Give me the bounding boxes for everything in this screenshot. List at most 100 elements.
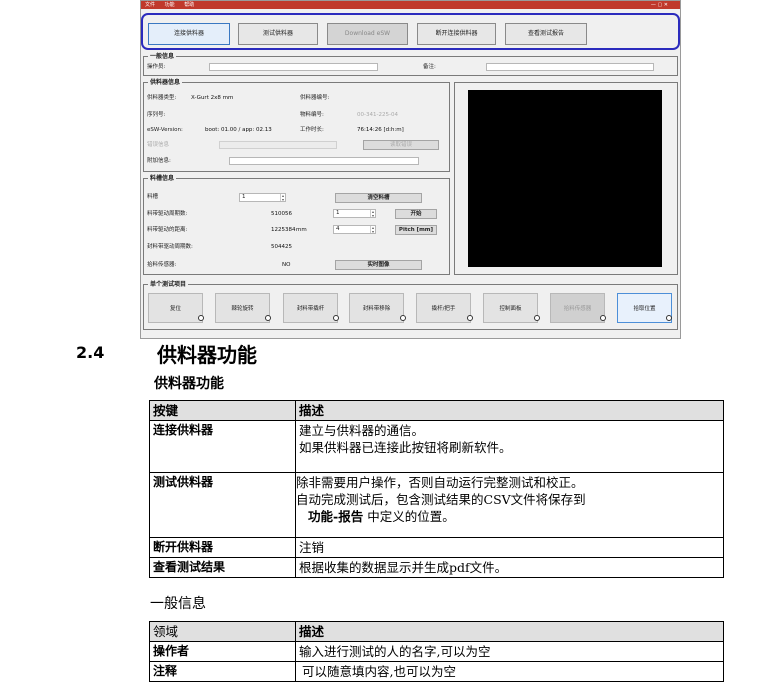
esw-version-label: eSW-Version: bbox=[147, 127, 183, 133]
test-pick-sensor-status bbox=[600, 315, 606, 321]
pitch-spinner[interactable]: 4 ▴ ▾ bbox=[333, 225, 376, 234]
general-info-heading: 一般信息 bbox=[150, 596, 206, 612]
comment-label: 备注: bbox=[423, 64, 436, 70]
table-row: 注释 可以随意填内容,也可以为空 bbox=[149, 661, 724, 682]
seal-cycles-label: 封料带驱动周期数: bbox=[147, 244, 193, 250]
test-feeder-button[interactable]: 测试供料器 bbox=[238, 23, 318, 45]
row-desc-line: 除非需要用户操作，否则自动运行完整测试和校正。 bbox=[296, 475, 584, 490]
test-pick-sensor-button[interactable]: 拾料传感器 bbox=[550, 293, 605, 323]
section-number: 2.4 bbox=[76, 343, 105, 362]
operating-time-value: 76:14:26 [d:h:m] bbox=[357, 127, 404, 133]
test-reset-button[interactable]: 复位 bbox=[148, 293, 203, 323]
drive-distance-value: 1225384 bbox=[271, 227, 296, 233]
cycles-spinner-value: 1 bbox=[336, 210, 340, 216]
operator-label: 操作员: bbox=[147, 64, 166, 70]
table-header-row: 领域 描述 bbox=[149, 621, 724, 642]
test-seal-lever-status bbox=[333, 315, 339, 321]
row-key: 连接供料器 bbox=[149, 420, 296, 473]
header-desc: 描述 bbox=[295, 621, 724, 642]
feeder-app-screenshot: 文件 功能 帮助 — ▢ ✕ 连接供料器 测试供料器 Download eSW … bbox=[140, 0, 681, 339]
section-subtitle: 供料器功能 bbox=[154, 376, 224, 392]
row-desc: 除非需要用户操作，否则自动运行完整测试和校正。 自动完成测试后，包含测试结果的C… bbox=[295, 472, 724, 538]
app-titlebar: 文件 功能 帮助 — ▢ ✕ bbox=[141, 1, 680, 9]
spinner-arrows-icon[interactable]: ▴ ▾ bbox=[370, 226, 375, 233]
row-key: 断开供料器 bbox=[149, 537, 296, 558]
header-desc: 描述 bbox=[295, 400, 724, 421]
pitch-spinner-value: 4 bbox=[336, 226, 340, 232]
table-row: 查看测试结果 根据收集的数据显示并生成pdf文件。 bbox=[149, 557, 724, 578]
row-desc-tail: 中定义的位置。 bbox=[367, 509, 455, 524]
table-row: 断开供料器 注销 bbox=[149, 537, 724, 558]
top-button-bar: 连接供料器 测试供料器 Download eSW 断开连接供料器 查看测试报告 bbox=[141, 13, 680, 50]
comment-input[interactable] bbox=[486, 63, 654, 71]
menu-help[interactable]: 帮助 bbox=[184, 2, 194, 8]
row-desc-line: 注销 bbox=[299, 540, 325, 555]
test-seal-remove-button[interactable]: 封料带移除 bbox=[349, 293, 404, 323]
view-test-report-button[interactable]: 查看测试报告 bbox=[505, 23, 587, 45]
row-desc: 注销 bbox=[295, 537, 724, 558]
material-number-label: 物料编号: bbox=[300, 112, 324, 118]
seal-cycles-value: 504425 bbox=[271, 244, 292, 250]
general-info-table: 领域 描述 操作者 输入进行测试的人的名字,可以为空 注释 可以随意填内容,也可… bbox=[149, 621, 724, 682]
test-control-panel-status bbox=[534, 315, 540, 321]
camera-image bbox=[468, 90, 662, 267]
download-esw-button[interactable]: Download eSW bbox=[327, 23, 408, 45]
test-seal-remove-status bbox=[400, 315, 406, 321]
error-info-label: 错误信息 bbox=[147, 142, 170, 148]
row-desc-line: 功能-报告 中定义的位置。 bbox=[296, 508, 720, 525]
read-error-button[interactable]: 读取错误 bbox=[363, 140, 439, 150]
table-row: 连接供料器 建立与供料器的通信。 如果供料器已连接此按钮将刷新软件。 bbox=[149, 420, 724, 473]
section-title: 供料器功能 bbox=[157, 343, 257, 367]
feeder-number-label: 供料器编号: bbox=[300, 95, 330, 101]
additional-info-label: 附加信息: bbox=[147, 158, 171, 164]
row-desc-line: 建立与供料器的通信。 bbox=[299, 423, 425, 438]
row-desc: 根据收集的数据显示并生成pdf文件。 bbox=[295, 557, 724, 578]
drive-distance-unit: mm bbox=[296, 227, 307, 233]
test-lever-handle-button[interactable]: 撬杆/把手 bbox=[416, 293, 471, 323]
test-reset-status bbox=[198, 315, 204, 321]
general-info-title: 一般信息 bbox=[148, 52, 177, 61]
feeder-function-table: 按键 描述 连接供料器 建立与供料器的通信。 如果供料器已连接此按钮将刷新软件。… bbox=[149, 400, 724, 578]
operator-input[interactable] bbox=[209, 63, 378, 71]
start-button[interactable]: 开始 bbox=[395, 209, 437, 219]
tray-spinner[interactable]: 1 ▴ ▾ bbox=[239, 193, 286, 202]
window-controls[interactable]: — ▢ ✕ bbox=[651, 1, 668, 9]
single-test-title: 单个测试项目 bbox=[148, 280, 189, 289]
test-lever-handle-status bbox=[467, 315, 473, 321]
empty-tray-button[interactable]: 清空料槽 bbox=[335, 193, 422, 203]
row-key: 注释 bbox=[149, 661, 296, 682]
disconnect-feeder-button[interactable]: 断开连接供料器 bbox=[417, 23, 496, 45]
table-row: 测试供料器 除非需要用户操作，否则自动运行完整测试和校正。 自动完成测试后，包含… bbox=[149, 472, 724, 538]
operating-time-label: 工作时长: bbox=[300, 127, 324, 133]
test-seal-lever-button[interactable]: 封料带撬杆 bbox=[283, 293, 338, 323]
drive-distance-label: 料带驱动的距离: bbox=[147, 227, 188, 233]
additional-info-field[interactable] bbox=[229, 157, 419, 165]
tray-label: 料槽 bbox=[147, 194, 159, 200]
menu-file[interactable]: 文件 bbox=[145, 2, 155, 8]
test-pick-position-status bbox=[666, 315, 672, 321]
error-info-field bbox=[219, 141, 337, 149]
table-row: 操作者 输入进行测试的人的名字,可以为空 bbox=[149, 641, 724, 662]
test-control-panel-button[interactable]: 控制面板 bbox=[483, 293, 538, 323]
cycles-spinner[interactable]: 1 ▴ ▾ bbox=[333, 209, 376, 218]
spinner-arrows-icon[interactable]: ▴ ▾ bbox=[280, 194, 285, 201]
feeder-type-label: 供料器类型: bbox=[147, 95, 177, 101]
live-image-button[interactable]: 实时图像 bbox=[335, 260, 422, 270]
tray-spinner-value: 1 bbox=[242, 194, 246, 200]
test-ratchet-button[interactable]: 棘轮旋转 bbox=[215, 293, 270, 323]
row-key: 测试供料器 bbox=[149, 472, 296, 538]
header-key: 按键 bbox=[149, 400, 296, 421]
pitch-button[interactable]: Pitch [mm] bbox=[395, 225, 437, 235]
header-key: 领域 bbox=[149, 621, 296, 642]
row-key: 操作者 bbox=[149, 641, 296, 662]
feeder-info-title: 供料器信息 bbox=[148, 78, 183, 87]
spinner-arrows-icon[interactable]: ▴ ▾ bbox=[370, 210, 375, 217]
serial-number-label: 序列号: bbox=[147, 112, 166, 118]
pick-sensor-value: NO bbox=[282, 262, 291, 268]
test-pick-position-button[interactable]: 拾取位置 bbox=[617, 293, 672, 323]
row-desc-line: 自动完成测试后，包含测试结果的CSV文件将保存到 bbox=[296, 492, 586, 507]
row-key: 查看测试结果 bbox=[149, 557, 296, 578]
connect-feeder-button[interactable]: 连接供料器 bbox=[148, 23, 230, 45]
row-desc: 建立与供料器的通信。 如果供料器已连接此按钮将刷新软件。 bbox=[295, 420, 724, 473]
menu-function[interactable]: 功能 bbox=[165, 2, 175, 8]
